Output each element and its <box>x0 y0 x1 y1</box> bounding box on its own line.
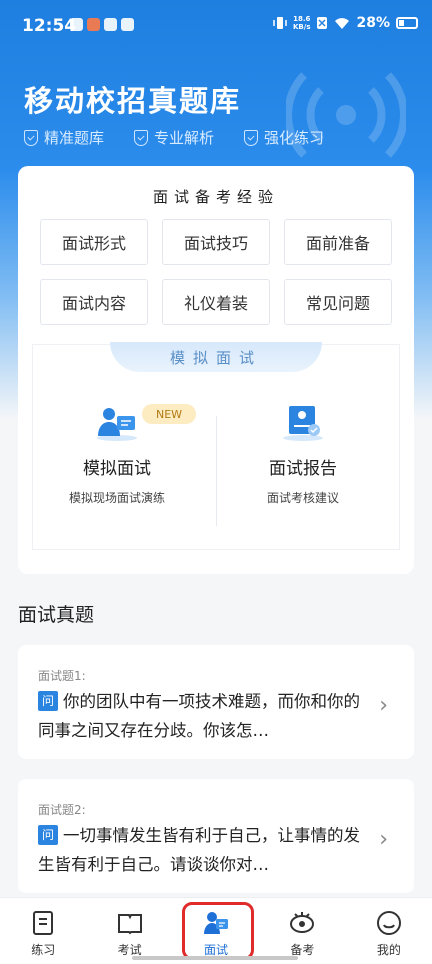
app-notification-icon <box>87 18 100 31</box>
active-tab-highlight <box>182 902 254 960</box>
profile-icon <box>376 911 401 935</box>
feature-item: 精准题库 <box>24 127 104 148</box>
question-text-wrap: 问你的团队中有一项技术难题，而你和你的同事之间又存在分歧。你该怎… <box>38 687 364 745</box>
exam-icon <box>117 914 142 935</box>
prep-tile-format[interactable]: 面试形式 <box>40 219 148 265</box>
app-notification-icon <box>104 18 117 31</box>
network-speed: 18.6 KB/s <box>293 15 311 31</box>
mock-interview-icon <box>95 402 139 442</box>
prep-heading: 面试备考经验 <box>152 188 279 206</box>
practice-icon <box>33 911 54 935</box>
app-notification-icon <box>70 18 83 31</box>
page-title: 移动校招真题库 <box>24 84 242 118</box>
question-card[interactable]: 面试题1: 问你的团队中有一项技术难题，而你和你的同事之间又存在分歧。你该怎… … <box>18 645 414 759</box>
broadcast-icon <box>286 72 406 158</box>
mock-banner: 模拟面试 <box>110 342 322 372</box>
status-time: 12:54 <box>22 16 77 36</box>
status-bar: 12:54 18.6 KB/s 28% <box>0 0 432 52</box>
feature-label: 专业解析 <box>154 129 215 147</box>
tab-label: 练习 <box>31 943 56 957</box>
wifi-icon <box>335 17 350 29</box>
mock-interview-sub: 模拟现场面试演练 <box>68 491 165 505</box>
prep-tile-etiquette[interactable]: 礼仪着装 <box>162 279 270 325</box>
question-tag: 问 <box>38 691 58 711</box>
report-icon <box>281 402 325 442</box>
question-text: 你的团队中有一项技术难题，而你和你的同事之间又存在分歧。你该怎… <box>38 692 360 740</box>
question-tag: 问 <box>38 825 58 845</box>
shield-check-icon <box>134 129 149 146</box>
tab-exam[interactable]: 考试 <box>86 898 172 964</box>
prep-grid: 面试形式 面试技巧 面前准备 面试内容 礼仪着装 常见问题 <box>40 219 393 325</box>
battery-icon <box>396 17 418 29</box>
home-indicator[interactable] <box>132 956 298 960</box>
vibrate-icon <box>273 17 287 29</box>
prepare-icon <box>290 912 315 933</box>
shield-check-icon <box>244 129 259 146</box>
question-text: 一切事情发生皆有利于自己，让事情的发生皆有利于自己。请谈谈你对… <box>38 826 360 874</box>
feature-label: 精准题库 <box>44 129 105 147</box>
notification-icons <box>70 18 134 31</box>
tab-profile[interactable]: 我的 <box>346 898 432 964</box>
feature-label: 强化练习 <box>264 129 325 147</box>
app-notification-icon <box>121 18 134 31</box>
sim-icon <box>317 17 328 29</box>
feature-list: 精准题库 专业解析 强化练习 <box>24 127 324 148</box>
battery-percent: 28% <box>356 15 390 31</box>
interview-report-button[interactable]: 面试报告 面试考核建议 <box>218 402 388 506</box>
shield-check-icon <box>24 129 38 146</box>
question-number: 面试题2: <box>38 803 86 817</box>
mock-interview-label: 模拟面试 <box>83 459 151 479</box>
tab-prepare[interactable]: 备考 <box>259 898 345 964</box>
interview-report-label: 面试报告 <box>269 459 337 479</box>
feature-item: 专业解析 <box>134 127 214 148</box>
feature-item: 强化练习 <box>244 127 324 148</box>
question-text-wrap: 问一切事情发生皆有利于自己，让事情的发生皆有利于自己。请谈谈你对… <box>38 821 364 879</box>
interview-report-sub: 面试考核建议 <box>266 491 339 505</box>
prep-tile-preparation[interactable]: 面前准备 <box>284 219 392 265</box>
question-number: 面试题1: <box>38 669 86 683</box>
interview-prep-card: 面试备考经验 面试形式 面试技巧 面前准备 面试内容 礼仪着装 常见问题 模拟面… <box>18 166 414 574</box>
prep-tile-content[interactable]: 面试内容 <box>40 279 148 325</box>
status-right: 18.6 KB/s 28% <box>273 15 418 31</box>
chevron-right-icon: › <box>379 827 388 852</box>
prep-tile-skills[interactable]: 面试技巧 <box>162 219 270 265</box>
chevron-right-icon: › <box>379 693 388 718</box>
divider <box>216 416 217 526</box>
new-badge: NEW <box>142 404 196 424</box>
tab-label: 我的 <box>376 943 401 957</box>
question-card[interactable]: 面试题2: 问一切事情发生皆有利于自己，让事情的发生皆有利于自己。请谈谈你对… … <box>18 779 414 893</box>
prep-tile-faq[interactable]: 常见问题 <box>284 279 392 325</box>
tab-practice[interactable]: 练习 <box>0 898 86 964</box>
questions-section-title: 面试真题 <box>18 604 95 626</box>
